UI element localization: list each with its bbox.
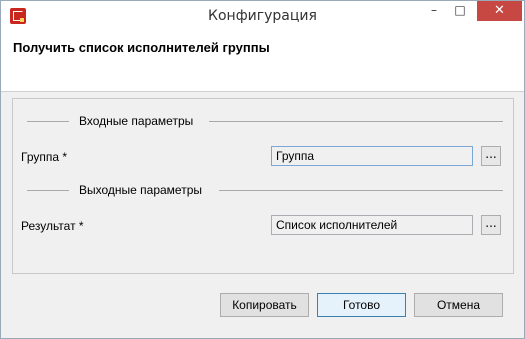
input-parameters-label: Входные параметры <box>79 114 194 128</box>
minimize-button[interactable]: – <box>421 1 447 21</box>
input-parameters-section: Входные параметры <box>27 113 503 129</box>
section-divider <box>27 121 69 122</box>
header-title: Получить список исполнителей группы <box>13 40 270 55</box>
group-field-label: Группа * <box>21 150 68 164</box>
parameters-panel: Входные параметры Группа * Группа ... Вы… <box>12 98 514 274</box>
output-parameters-section: Выходные параметры <box>27 182 503 198</box>
section-divider <box>209 121 503 122</box>
close-button[interactable]: ✕ <box>477 1 522 21</box>
section-divider <box>27 190 69 191</box>
group-browse-button[interactable]: ... <box>481 146 501 166</box>
dialog-header: Получить список исполнителей группы <box>1 32 524 92</box>
section-divider <box>219 190 503 191</box>
title-bar[interactable]: Конфигурация – □ ✕ <box>1 1 524 33</box>
ok-button[interactable]: Готово <box>317 293 406 317</box>
group-field[interactable]: Группа <box>271 146 473 166</box>
cancel-button[interactable]: Отмена <box>414 293 503 317</box>
result-field[interactable]: Список исполнителей <box>271 215 473 235</box>
copy-button[interactable]: Копировать <box>220 293 309 317</box>
maximize-button[interactable]: □ <box>447 1 473 21</box>
output-parameters-label: Выходные параметры <box>79 183 203 197</box>
configuration-dialog: Конфигурация – □ ✕ Получить список испол… <box>0 0 525 339</box>
result-browse-button[interactable]: ... <box>481 215 501 235</box>
result-field-label: Результат * <box>21 219 84 233</box>
